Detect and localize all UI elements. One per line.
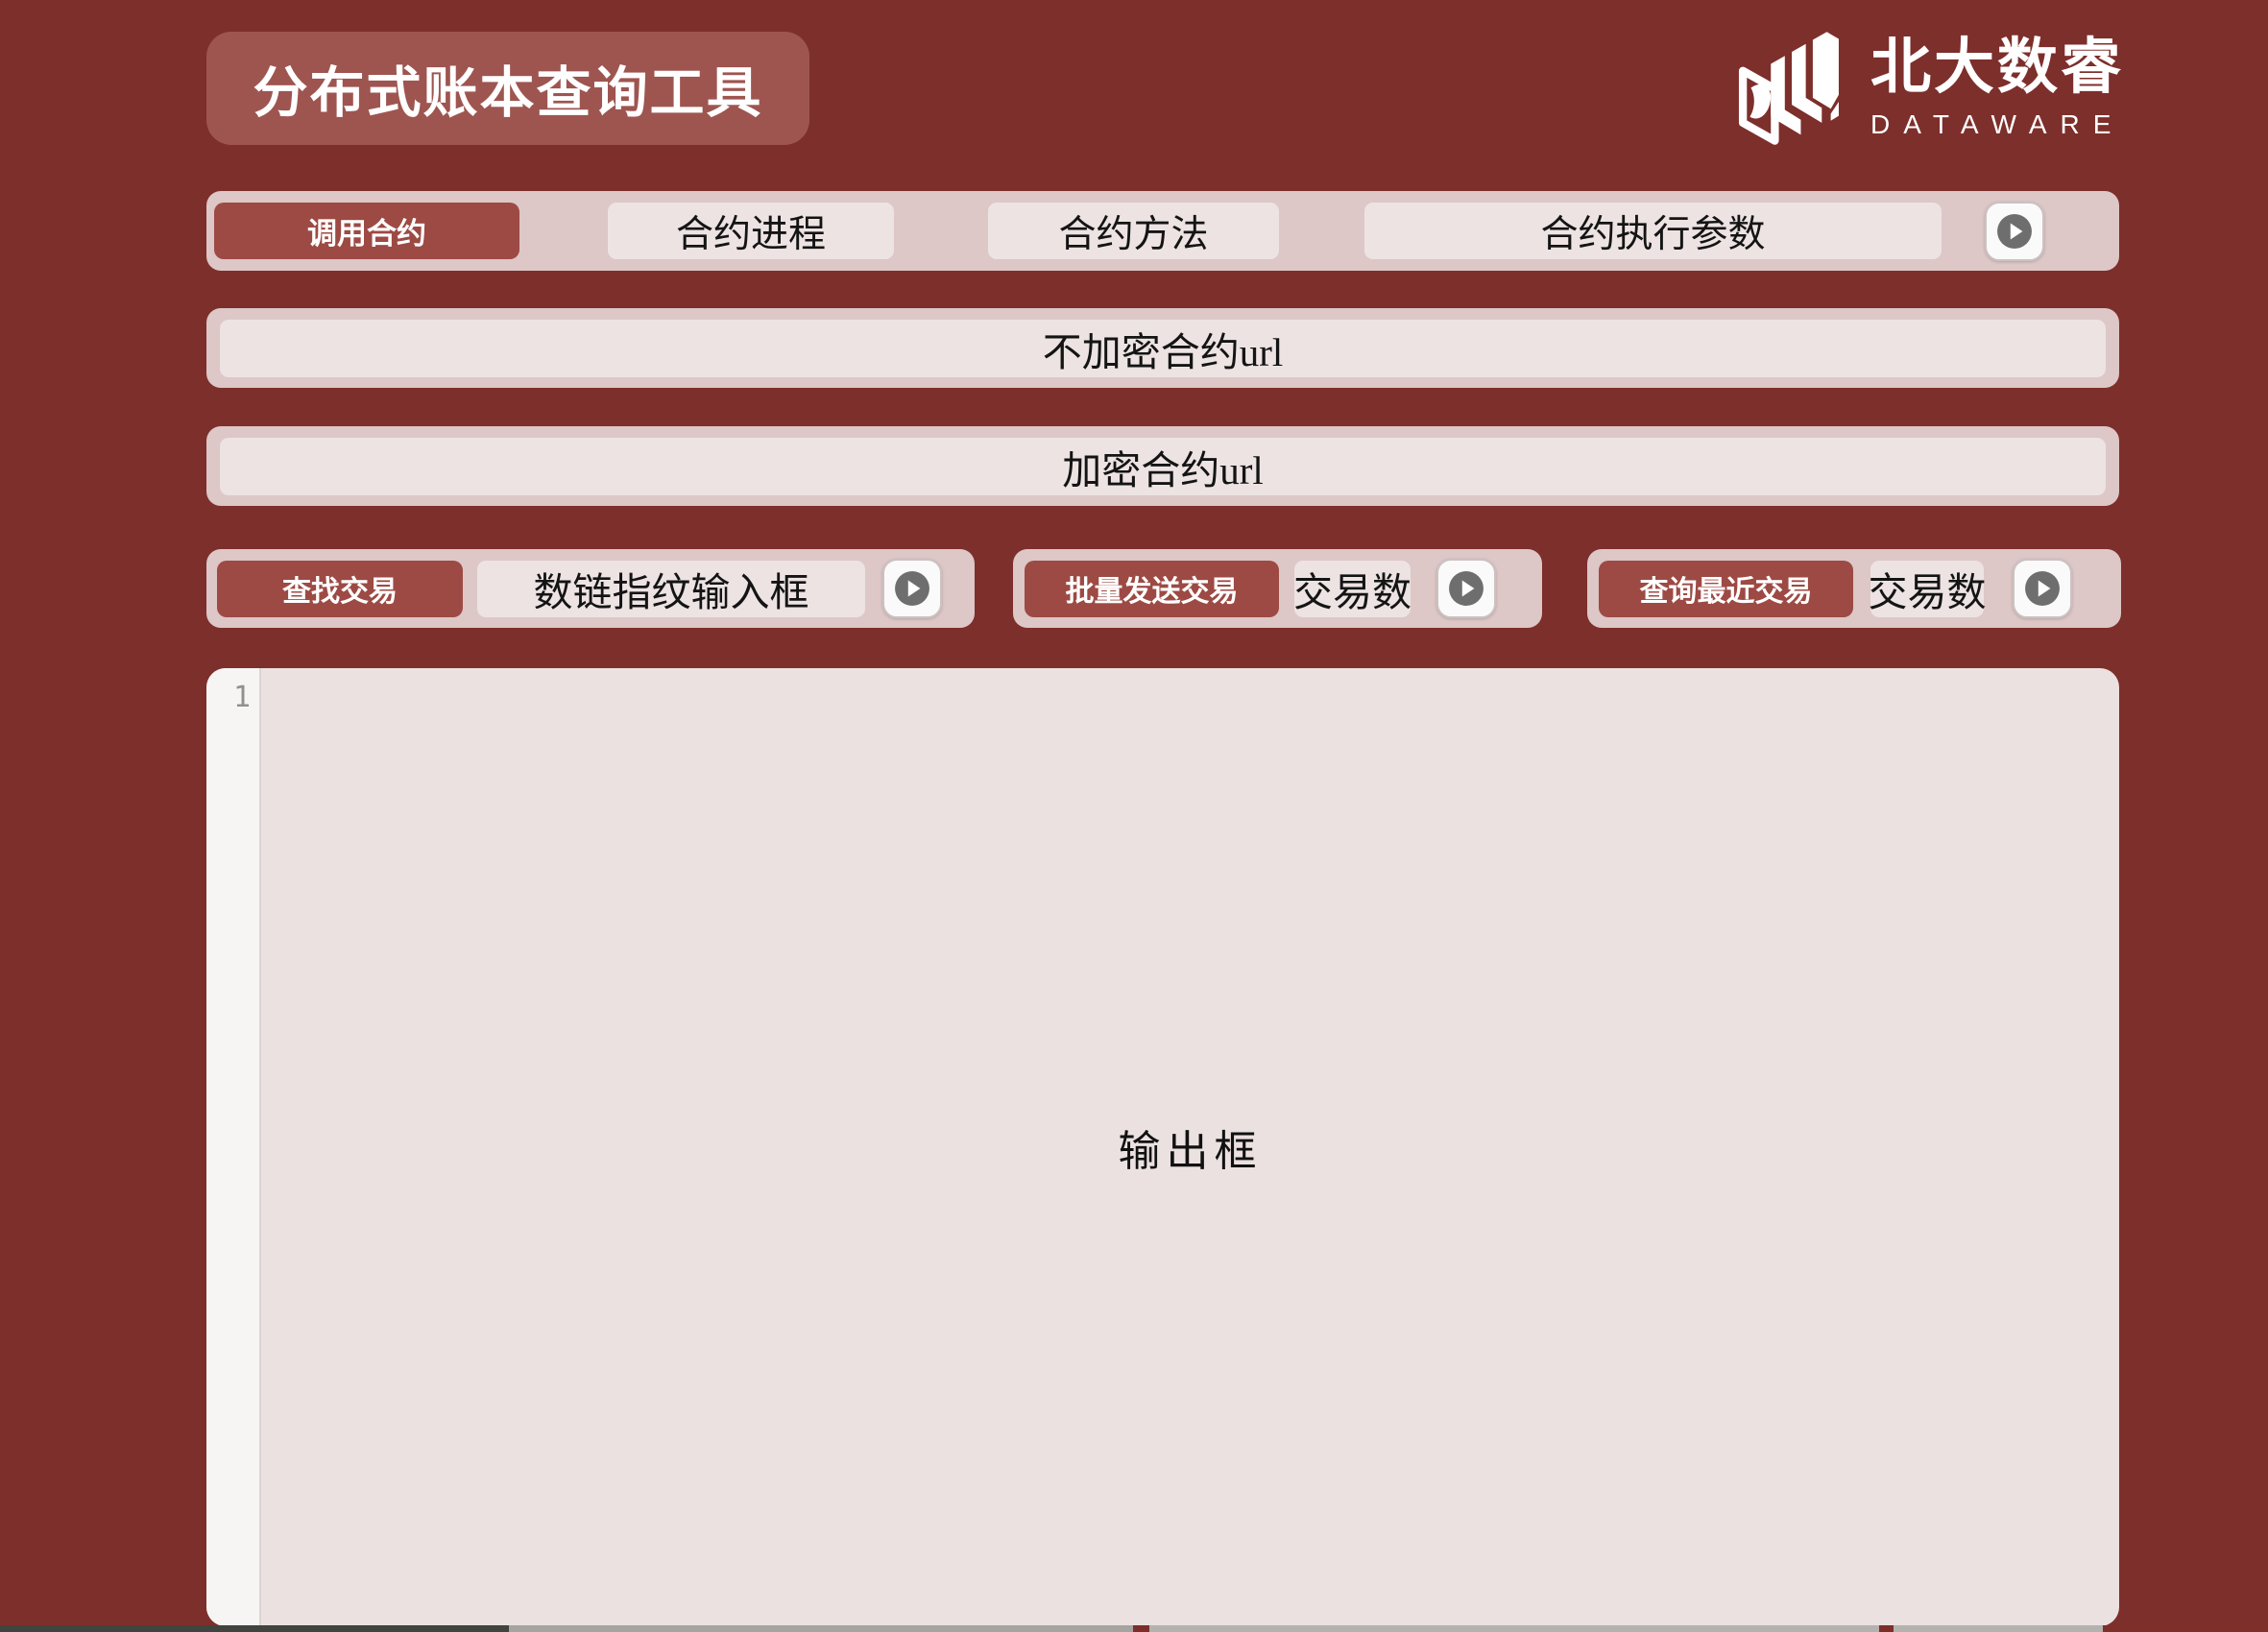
encrypted-url-row: 加密合约url bbox=[206, 426, 2119, 506]
play-icon bbox=[1448, 570, 1484, 607]
contract-toolbar: 调用合约 合约进程 合约方法 合约执行参数 bbox=[206, 191, 2119, 271]
query-recent-group: 查询最近交易 交易数 bbox=[1587, 549, 2121, 628]
plain-contract-url-field[interactable]: 不加密合约url bbox=[220, 320, 2106, 377]
recent-tx-count-field[interactable]: 交易数 bbox=[1870, 561, 1984, 617]
output-area[interactable]: 输出框 bbox=[261, 668, 2119, 1626]
screen-bottom-artifact bbox=[0, 1625, 2268, 1632]
dataware-cube-icon bbox=[1734, 26, 1846, 151]
run-find-transaction-button[interactable] bbox=[882, 559, 942, 618]
query-recent-button[interactable]: 查询最近交易 bbox=[1599, 561, 1853, 617]
run-query-recent-button[interactable] bbox=[2013, 559, 2072, 618]
brand-logo: 北大数睿 DATAWARE bbox=[1734, 23, 2137, 153]
brand-tagline: DATAWARE bbox=[1870, 109, 2124, 140]
encrypted-contract-url-field[interactable]: 加密合约url bbox=[220, 438, 2106, 495]
find-transaction-group: 查找交易 数链指纹输入框 bbox=[206, 549, 975, 628]
page-title: 分布式账本查询工具 bbox=[206, 32, 809, 145]
output-panel: 1 输出框 bbox=[206, 668, 2119, 1626]
app-window: 分布式账本查询工具 北大数睿 DATAWARE 调用合约 合约进程 合约方法 合… bbox=[0, 0, 2268, 1632]
batch-send-group: 批量发送交易 交易数 bbox=[1013, 549, 1542, 628]
batch-send-button[interactable]: 批量发送交易 bbox=[1025, 561, 1279, 617]
plain-url-row: 不加密合约url bbox=[206, 308, 2119, 388]
line-number-gutter: 1 bbox=[206, 668, 261, 1626]
line-number: 1 bbox=[206, 681, 259, 714]
contract-params-field[interactable]: 合约执行参数 bbox=[1364, 203, 1942, 259]
invoke-contract-button[interactable]: 调用合约 bbox=[214, 203, 519, 259]
play-icon bbox=[894, 570, 930, 607]
play-icon bbox=[2024, 570, 2061, 607]
contract-method-field[interactable]: 合约方法 bbox=[988, 203, 1279, 259]
contract-process-field[interactable]: 合约进程 bbox=[608, 203, 894, 259]
batch-tx-count-field[interactable]: 交易数 bbox=[1294, 561, 1411, 617]
play-icon bbox=[1996, 213, 2033, 250]
brand-name: 北大数睿 bbox=[1870, 36, 2124, 99]
output-placeholder: 输出框 bbox=[1119, 1116, 1263, 1178]
brand-text: 北大数睿 DATAWARE bbox=[1870, 36, 2124, 139]
chain-fingerprint-field[interactable]: 数链指纹输入框 bbox=[477, 561, 865, 617]
run-contract-button[interactable] bbox=[1985, 202, 2044, 261]
run-batch-send-button[interactable] bbox=[1436, 559, 1496, 618]
find-transaction-button[interactable]: 查找交易 bbox=[217, 561, 463, 617]
